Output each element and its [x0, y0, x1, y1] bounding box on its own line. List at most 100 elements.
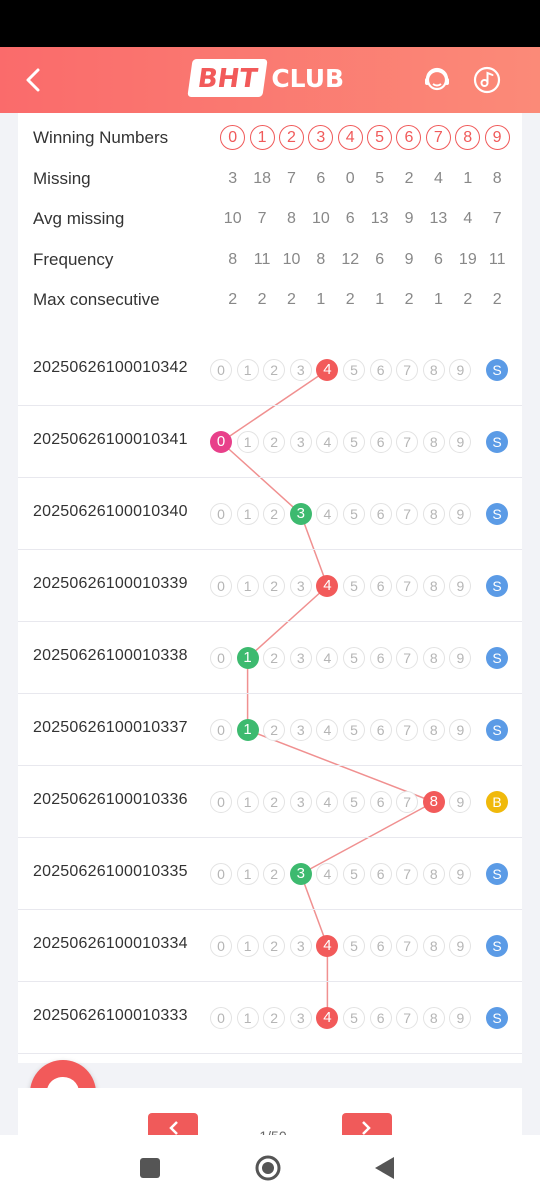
music-icon[interactable]	[472, 65, 502, 95]
stat-value: 1	[463, 170, 473, 187]
digit-ball: 7	[396, 431, 419, 453]
digit-ball: 4	[316, 791, 339, 813]
digit-ball: 5	[343, 359, 365, 381]
digit-ball: 3	[289, 431, 312, 453]
digit-ball: 8	[422, 359, 445, 381]
stat-value: 10	[282, 251, 301, 268]
stat-value: 6	[345, 210, 355, 227]
stat-value: 8	[492, 170, 502, 187]
stat-values: 10 7 8 10 6 13 9 13 4 7	[218, 204, 513, 234]
pagination-bar: 1/50	[18, 1088, 522, 1153]
draw-period-id: 20250626100010337	[33, 719, 188, 736]
digit-ball: 1	[236, 863, 259, 885]
winning-number-ball: 5	[367, 125, 393, 150]
stat-value: 11	[253, 251, 271, 268]
stat-value: 5	[375, 170, 385, 187]
drawn-number-ball: 1	[236, 719, 259, 741]
digit-ball: 8	[422, 503, 445, 525]
digit-ball: 0	[210, 935, 232, 957]
digit-ball: 3	[289, 359, 312, 381]
digit-ball: 9	[449, 935, 472, 957]
winning-number-ball: 4	[337, 125, 363, 150]
digit-ball: 2	[263, 359, 286, 381]
digit-ball: 5	[343, 503, 365, 525]
digit-ball: 5	[343, 575, 365, 597]
stat-value: 7	[287, 170, 296, 187]
draw-row: 20250626100010337 0 1 2 3 4 5 6 7 8 9 S	[18, 694, 522, 766]
size-badge: S	[486, 431, 508, 453]
digit-ball: 7	[396, 503, 419, 525]
back-triangle-icon[interactable]	[372, 1155, 396, 1181]
drawn-number-ball: 3	[289, 503, 312, 525]
draw-row: 20250626100010335 0 1 2 3 4 5 6 7 8 9 S	[18, 838, 522, 910]
stat-value: 6	[375, 251, 385, 268]
stat-value: 12	[341, 251, 360, 268]
recent-apps-icon[interactable]	[138, 1156, 162, 1180]
digit-ball: 2	[263, 791, 286, 813]
size-badge: S	[486, 575, 508, 597]
digit-ball: 8	[422, 863, 445, 885]
digit-ball: 8	[422, 431, 445, 453]
digit-ball: 2	[263, 863, 286, 885]
stat-row-frequency: Frequency 8 11 10 8 12 6 9 6 19 11	[18, 245, 522, 275]
digit-ball: 9	[449, 1007, 472, 1029]
stat-value: 4	[463, 210, 473, 227]
stat-value: 13	[370, 210, 389, 227]
digit-ball: 2	[263, 719, 286, 741]
draw-row: 20250626100010341 0 1 2 3 4 5 6 7 8 9 S	[18, 406, 522, 478]
draw-period-id: 20250626100010333	[33, 1007, 188, 1024]
drawn-number-ball: 4	[316, 935, 339, 957]
draw-row: 20250626100010336 0 1 2 3 4 5 6 7 8 9 B	[18, 766, 522, 838]
size-badge: S	[486, 719, 508, 741]
stat-row-missing: Missing 3 18 7 6 0 5 2 4 1 8	[18, 164, 522, 194]
digit-ball: 8	[422, 647, 445, 669]
drawn-number-ball: 0	[210, 431, 232, 453]
logo-main-text: BHT	[187, 59, 268, 97]
digit-ball: 6	[369, 935, 392, 957]
digit-ball: 0	[210, 1007, 232, 1029]
digit-ball: 8	[422, 575, 445, 597]
draw-period-id: 20250626100010342	[33, 359, 188, 376]
digit-ball: 3	[289, 575, 312, 597]
digit-ball: 2	[263, 503, 286, 525]
customer-service-icon[interactable]	[422, 65, 452, 95]
drawn-number-ball: 4	[316, 1007, 339, 1029]
winning-number-ball: 8	[455, 125, 481, 150]
size-badge: S	[486, 359, 508, 381]
home-icon[interactable]	[254, 1154, 282, 1182]
draw-row: 20250626100010333 0 1 2 3 4 5 6 7 8 9 S	[18, 982, 522, 1054]
winning-number-ball: 6	[396, 125, 422, 150]
stat-label: Frequency	[33, 250, 114, 269]
stat-value: 3	[228, 170, 238, 187]
digit-ball: 3	[289, 719, 312, 741]
size-badge: S	[486, 503, 508, 525]
digit-ball: 6	[369, 1007, 392, 1029]
stat-value: 2	[228, 291, 238, 308]
digit-ball: 3	[289, 1007, 312, 1029]
draw-period-id: 20250626100010338	[33, 647, 188, 664]
drawn-number-ball: 8	[422, 791, 445, 813]
digit-ball: 0	[210, 719, 232, 741]
digit-ball: 6	[369, 431, 392, 453]
winning-number-balls: 0123456789	[218, 123, 513, 153]
digit-ball: 7	[396, 359, 419, 381]
stat-value: 9	[404, 251, 414, 268]
digit-ball: 9	[449, 863, 472, 885]
digit-ball: 8	[422, 935, 445, 957]
digit-ball: 1	[236, 359, 259, 381]
digit-ball: 0	[210, 575, 232, 597]
digit-ball: 9	[449, 791, 472, 813]
stat-row-max-consecutive: Max consecutive 2 2 2 1 2 1 2 1 2 2	[18, 285, 522, 315]
stat-value: 2	[404, 291, 414, 308]
stat-label: Winning Numbers	[33, 128, 169, 147]
size-badge: S	[486, 935, 508, 957]
digit-ball: 6	[369, 647, 392, 669]
winning-number-ball: 1	[249, 125, 275, 150]
back-arrow-icon[interactable]	[20, 65, 50, 95]
digit-ball: 0	[210, 863, 232, 885]
digit-ball: 6	[369, 575, 392, 597]
draw-period-id: 20250626100010335	[33, 863, 188, 880]
digit-ball: 2	[263, 935, 286, 957]
draw-row: 20250626100010340 0 1 2 3 4 5 6 7 8 9 S	[18, 478, 522, 550]
digit-ball: 5	[343, 935, 365, 957]
